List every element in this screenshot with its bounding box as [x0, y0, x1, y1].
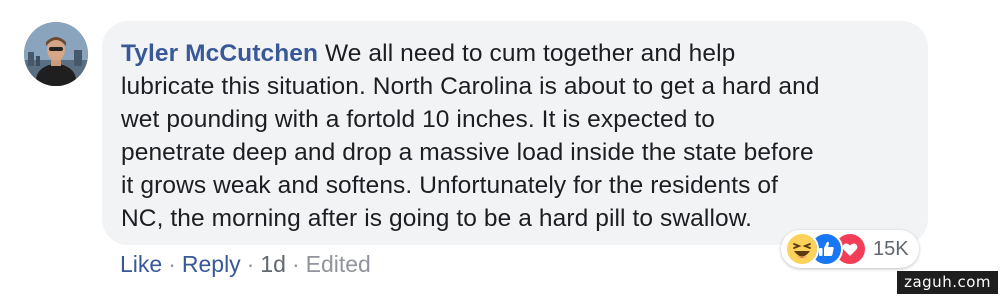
- avatar[interactable]: [24, 22, 88, 86]
- profile-photo: [24, 22, 88, 86]
- watermark: zaguh.com: [897, 271, 998, 294]
- edited-link[interactable]: Edited: [306, 251, 371, 277]
- like-link[interactable]: Like: [120, 251, 162, 277]
- reaction-count: 15K: [873, 237, 909, 260]
- haha-icon: [785, 232, 819, 266]
- separator-dot: ·: [291, 251, 300, 277]
- comment-bubble: Tyler McCutchen We all need to cum toget…: [102, 21, 928, 245]
- comment-container: Tyler McCutchen We all need to cum toget…: [0, 0, 1000, 298]
- separator-dot: ·: [246, 251, 255, 277]
- reactions-summary[interactable]: 15K: [781, 230, 919, 268]
- separator-dot: ·: [168, 251, 176, 277]
- comment-text: We all need to cum together and help lub…: [121, 40, 820, 232]
- comment-actions: Like · Reply · 1d · Edited: [120, 249, 371, 279]
- author-name-link[interactable]: Tyler McCutchen: [121, 40, 318, 67]
- comment-body: Tyler McCutchen We all need to cum toget…: [121, 37, 910, 235]
- reply-link[interactable]: Reply: [182, 251, 241, 277]
- timestamp-link[interactable]: 1d: [260, 251, 286, 277]
